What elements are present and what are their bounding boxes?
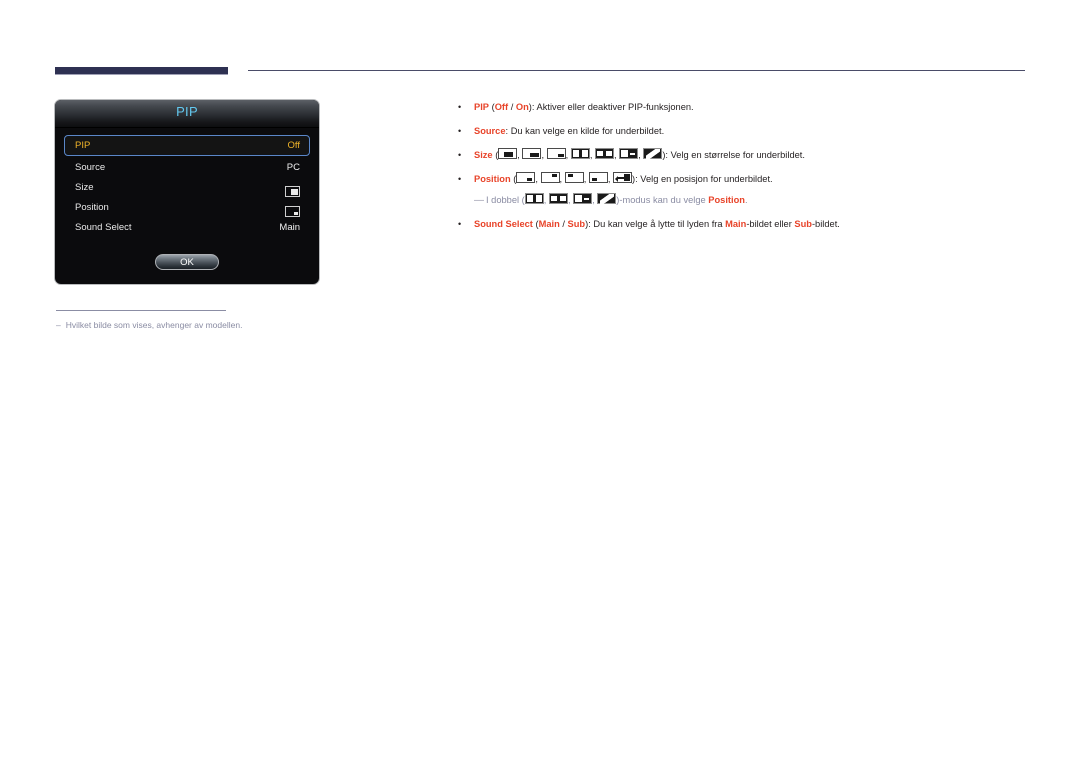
bullet-marker: • [458,174,462,184]
position-top-left-icon [564,172,584,183]
bullet-text: Source: Du kan velge en kilde for underb… [474,124,1038,139]
osd-row-label: Position [75,202,109,213]
osd-menu-list: PIP Off Source PC Size Position Sound Se… [55,128,319,236]
bullet-item-pip: • PIP (Off / On): Aktiver eller deaktive… [458,100,1038,115]
feature-description-list: • PIP (Off / On): Aktiver eller deaktive… [458,100,1038,241]
bullet-text: Sound Select (Main / Sub): Du kan velge … [474,217,1038,232]
osd-row-size[interactable]: Size [64,177,310,197]
osd-ok-button-wrap: OK [55,252,319,270]
size-diagonal-icon [643,148,663,159]
footnote-dash: – [56,320,61,330]
osd-row-source[interactable]: Source PC [64,157,310,176]
keyword: Size [474,150,493,160]
position-top-right-icon [540,172,560,183]
text-fragment: -bildet. [811,219,840,229]
size-double-dash-icon [619,148,639,159]
bullet-text: Size (, , , , , , ): Velg en størrelse f… [474,148,1038,163]
size-small-center-icon [498,148,518,159]
osd-row-label: Source [75,162,106,173]
header-divider-line [248,70,1025,71]
position-bottom-right-icon [516,172,536,183]
bullet-marker: • [458,102,462,112]
position-bottom-right-icon [285,205,300,217]
text-fragment: . [744,195,748,205]
size-diagonal-icon [597,193,617,204]
size-double-wide-icon [570,148,590,159]
osd-row-label: Sound Select [75,222,132,233]
footnote-text: Hvilket bilde som vises, avhenger av mod… [65,320,243,330]
size-double-wide-icon [524,193,544,204]
osd-row-label: PIP [75,140,91,151]
bullet-marker: • [458,126,462,136]
text-fragment: ): Aktiver eller deaktiver PIP-funksjone… [528,102,694,112]
figure-footnote: – Hvilket bilde som vises, avhenger av m… [56,310,476,332]
osd-row-pip[interactable]: PIP Off [64,135,310,156]
text-fragment: ): Velg en posisjon for underbildet. [632,174,773,184]
bullet-item-sound-select: • Sound Select (Main / Sub): Du kan velg… [458,217,1038,232]
position-move-icon [613,172,633,183]
header-accent-bar [55,67,228,75]
keyword: Position [708,195,745,205]
sub-note-dash: — [474,195,484,206]
size-medium-right-icon [522,148,542,159]
text-fragment: / [508,102,516,112]
osd-row-label: Size [75,182,94,193]
bullet-item-position: • Position (, , , , ): Velg en posisjon … [458,172,1038,187]
size-double-short-icon [594,148,614,159]
bullet-marker: • [458,219,462,229]
text-fragment: -bildet eller [746,219,795,229]
keyword: Off [494,102,509,112]
text-fragment: )-modus kan du velge [616,195,709,205]
footnote-divider [56,310,226,311]
keyword: Position [474,174,511,184]
page-header-rules [0,0,1080,90]
keyword: Sound Select [474,219,533,229]
text-fragment: I dobbel ( [486,195,525,205]
text-fragment: : Du kan velge en kilde for underbildet. [505,126,665,136]
size-double-short-icon [548,193,568,204]
osd-title: PIP [176,104,198,119]
keyword: Main [725,219,747,229]
bullet-item-source: • Source: Du kan velge en kilde for unde… [458,124,1038,139]
size-medium-right-icon [285,185,300,197]
bullet-text: Position (, , , , ): Velg en posisjon fo… [474,172,1038,187]
size-tiny-corner-icon [546,148,566,159]
bullet-text: PIP (Off / On): Aktiver eller deaktiver … [474,100,1038,115]
ok-button[interactable]: OK [155,254,219,270]
keyword: Sub [794,219,812,229]
text-fragment: / [559,219,568,229]
sub-note-double-mode: — I dobbel (, , , )-modus kan du velge P… [474,193,1038,208]
keyword: Source [474,126,506,136]
bullet-marker: • [458,150,462,160]
osd-titlebar: PIP [55,100,319,128]
text-fragment: ): Velg en størrelse for underbildet. [662,150,805,160]
keyword: Sub [567,219,586,229]
size-double-dash-icon [573,193,593,204]
keyword: Main [538,219,560,229]
osd-row-value: Off [287,140,301,151]
keyword: PIP [474,102,489,112]
osd-row-value: PC [286,162,300,173]
text-fragment: ): Du kan velge å lytte til lyden fra [585,219,726,229]
osd-row-value: Main [279,222,300,233]
osd-row-sound-select[interactable]: Sound Select Main [64,217,310,236]
sub-note-text: I dobbel (, , , )-modus kan du velge Pos… [486,193,748,208]
pip-osd-dialog: PIP PIP Off Source PC Size Position Soun… [54,99,320,285]
bullet-item-size: • Size (, , , , , , ): Velg en størrelse… [458,148,1038,163]
keyword: On [515,102,529,112]
osd-row-position[interactable]: Position [64,197,310,217]
footnote-row: – Hvilket bilde som vises, avhenger av m… [56,319,476,332]
position-bottom-left-icon [588,172,608,183]
